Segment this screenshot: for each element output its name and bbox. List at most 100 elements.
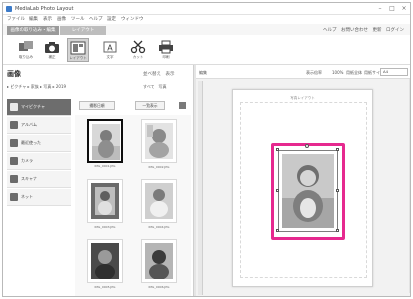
camera-icon (45, 42, 59, 53)
adjust-tool-button[interactable]: 補正 (41, 38, 63, 62)
thumbnail-caption: IMG_0005.JPG (94, 285, 116, 289)
menu-edit[interactable]: 編集 (29, 16, 38, 22)
maximize-button[interactable]: □ (387, 5, 397, 13)
panel-title: 画像 (7, 70, 21, 78)
import-icon (19, 41, 33, 51)
thumbnail-item[interactable]: IMG_0003.JPG (87, 179, 123, 229)
source-sidebar: マイピクチャ アルバム 最近使った カメラ スキャナ ネット (7, 99, 71, 249)
resize-handle[interactable] (276, 189, 279, 192)
sidebar-item-scanner[interactable]: スキャナ (7, 171, 71, 188)
fit-page-button[interactable]: 用紙全体 (346, 70, 362, 76)
import-tool-label: 取り込み (19, 55, 33, 59)
print-tool-label: 印刷 (162, 55, 170, 59)
sidebar-item-album[interactable]: アルバム (7, 117, 71, 134)
menu-view[interactable]: 表示 (43, 16, 52, 22)
menu-window[interactable]: ウィンドウ (121, 16, 144, 22)
sidebar-item-network[interactable]: ネット (7, 189, 71, 206)
grid-view-icon[interactable] (179, 102, 186, 109)
baby-photo (92, 124, 120, 160)
menu-file[interactable]: ファイル (7, 16, 25, 22)
panel-title-options[interactable]: 並べ替え 表示 (143, 71, 175, 77)
text-tool-button[interactable]: A 文字 (99, 38, 121, 62)
tab-import-edit[interactable]: 画像の取り込み・編集 (7, 26, 59, 35)
thumbnail-caption: IMG_0001.JPG (94, 164, 116, 168)
workspace-scrollbar[interactable] (409, 79, 410, 293)
thumbnail-caption: IMG_0006.JPG (148, 285, 170, 289)
cut-tool-label: カット (132, 55, 144, 59)
print-tool-button[interactable]: 印刷 (155, 38, 177, 62)
scissors-icon (130, 40, 146, 54)
layout-tool-button[interactable]: レイアウト (67, 38, 89, 62)
close-button[interactable]: × (399, 5, 409, 13)
view-dropdown[interactable]: 一覧表示 (135, 101, 165, 110)
import-tool-button[interactable]: 取り込み (15, 38, 37, 62)
baby-photo (282, 154, 334, 228)
camera-icon (10, 157, 18, 165)
app-icon (6, 6, 12, 12)
recent-icon (10, 139, 18, 147)
layout-icon (70, 41, 86, 55)
image-browser-panel: 画像 並べ替え 表示 ▸ ピクチャ ▸ 家族 ▸ 写真 ▸ 2019 すべて 写… (3, 65, 194, 296)
folder-icon (10, 103, 18, 111)
thumbnail-item[interactable]: IMG_0004.JPG (141, 179, 177, 229)
ribbon-tab-row: 画像の取り込み・編集 レイアウト ヘルプ お問い合わせ 更新 ログイン (3, 24, 410, 35)
menu-bar: ファイル 編集 表示 画像 ツール ヘルプ 設定 ウィンドウ (3, 15, 410, 24)
sidebar-item-label: スキャナ (21, 176, 37, 181)
app-window: MediaLab Photo Layout – □ × ファイル 編集 表示 画… (2, 2, 411, 297)
workspace-title: 編集 (199, 70, 207, 75)
sidebar-item-camera[interactable]: カメラ (7, 153, 71, 170)
paper-size-select[interactable]: A4 (380, 68, 408, 76)
window-title: MediaLab Photo Layout (15, 6, 74, 12)
sidebar-item-recent[interactable]: 最近使った (7, 135, 71, 152)
breadcrumb[interactable]: ▸ ピクチャ ▸ 家族 ▸ 写真 ▸ 2019 (7, 84, 66, 90)
minimize-button[interactable]: – (375, 5, 385, 13)
page-caption: 写真レイアウト (290, 96, 315, 100)
header-links[interactable]: ヘルプ お問い合わせ 更新 ログイン (323, 27, 404, 33)
sidebar-item-label: カメラ (21, 158, 33, 163)
thumbnail-item[interactable]: IMG_0002.JPG (141, 119, 177, 169)
baby-photo (145, 123, 173, 159)
zoom-value[interactable]: 100% (332, 70, 343, 75)
scanner-icon (10, 175, 18, 183)
baby-photo (91, 243, 119, 279)
sidebar-item-label: ネット (21, 194, 33, 199)
baby-photo (91, 183, 119, 219)
placed-photo[interactable] (278, 150, 338, 232)
thumbnail-item[interactable]: IMG_0001.JPG (87, 119, 123, 168)
svg-text:A: A (107, 44, 113, 53)
adjust-tool-label: 補正 (48, 55, 56, 59)
menu-image[interactable]: 画像 (57, 16, 66, 22)
thumbnail-toolbar: 撮影日順 一覧表示 (75, 101, 191, 111)
filter-options[interactable]: すべて 写真 (143, 84, 167, 90)
zoom-label[interactable]: 表示倍率 (306, 70, 322, 76)
thumbnail-item[interactable]: IMG_0006.JPG (141, 239, 177, 289)
cut-tool-button[interactable]: カット (127, 38, 149, 62)
sort-dropdown[interactable]: 撮影日順 (79, 101, 115, 110)
thumbnail-caption: IMG_0004.JPG (148, 225, 170, 229)
thumbnail-caption: IMG_0002.JPG (148, 165, 170, 169)
sidebar-item-label: マイピクチャ (21, 104, 45, 109)
resize-handle[interactable] (336, 189, 339, 192)
resize-handle[interactable] (276, 148, 279, 151)
thumbnail-item[interactable]: IMG_0005.JPG (87, 239, 123, 289)
workspace-toolbar: 編集 表示倍率 100% 用紙全体 用紙サイズ A4 (196, 65, 410, 79)
resize-handle[interactable] (276, 229, 279, 232)
menu-settings[interactable]: 設定 (107, 16, 116, 22)
album-icon (10, 121, 18, 129)
toolbar: 取り込み 補正 レイアウト A 文字 カット 印刷 (3, 35, 410, 65)
vertical-ruler (198, 81, 203, 295)
resize-handle[interactable] (336, 148, 339, 151)
sidebar-item-label: 最近使った (21, 140, 41, 145)
title-bar: MediaLab Photo Layout – □ × (3, 3, 410, 15)
menu-help[interactable]: ヘルプ (89, 16, 103, 22)
print-icon (159, 40, 173, 54)
baby-photo (145, 243, 173, 279)
tab-layout[interactable]: レイアウト (60, 26, 106, 35)
menu-tools[interactable]: ツール (71, 16, 85, 22)
rotate-handle[interactable] (305, 144, 309, 148)
resize-handle[interactable] (336, 229, 339, 232)
network-icon (10, 193, 18, 201)
layout-tool-label: レイアウト (69, 56, 87, 60)
text-icon: A (103, 41, 117, 53)
sidebar-item-my-pictures[interactable]: マイピクチャ (7, 99, 71, 116)
